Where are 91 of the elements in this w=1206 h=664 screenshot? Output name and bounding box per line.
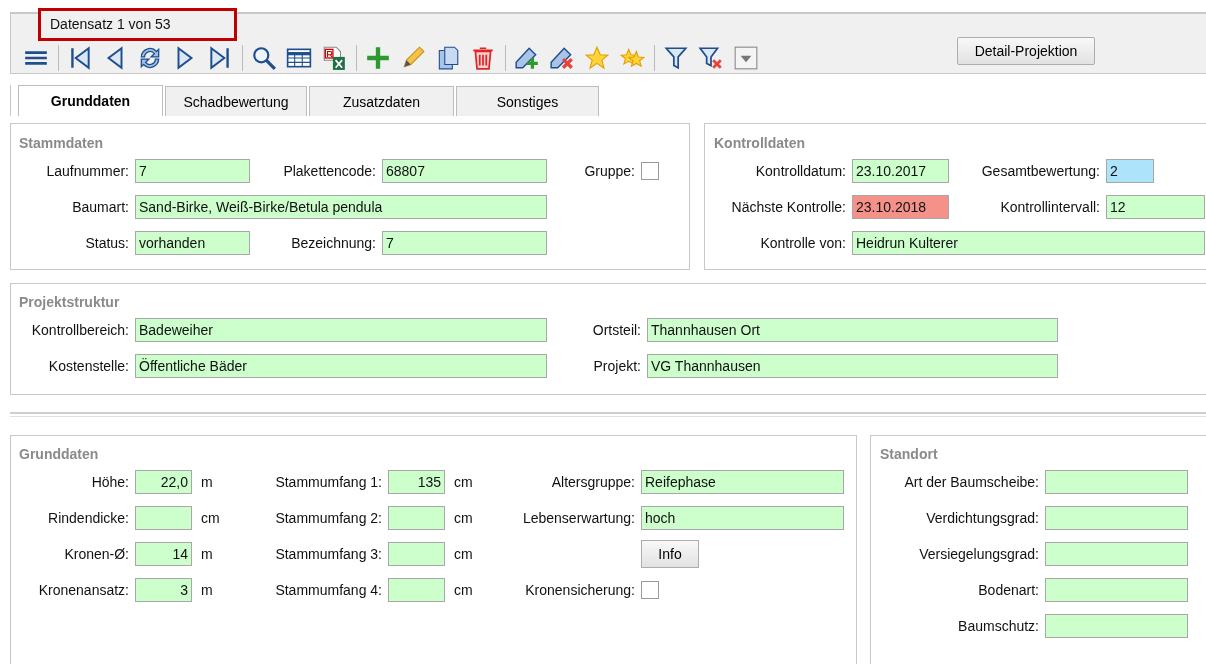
field-label: Kronenansatz: (37, 582, 129, 598)
field-label: Bezeichnung: (290, 235, 376, 251)
info-button[interactable]: Info (641, 540, 699, 568)
unit-label: cm (454, 510, 473, 526)
field-label: Ortsteil: (591, 322, 641, 338)
text-field[interactable]: Sand-Birke, Weiß-Birke/Betula pendula (135, 195, 547, 219)
field-label: Status: (84, 235, 129, 251)
text-field[interactable] (1045, 542, 1188, 566)
field-label: Laufnummer: (45, 163, 129, 179)
text-field[interactable] (1045, 470, 1188, 494)
field-label: Kostenstelle: (47, 358, 129, 374)
field-label: Lebenserwartung: (521, 510, 635, 526)
field-label: Projekt: (592, 358, 641, 374)
unit-label: m (201, 546, 213, 562)
tab[interactable]: Schadbewertung (165, 86, 307, 116)
text-field[interactable]: 23.10.2017 (852, 159, 949, 183)
field-label: Baumschutz: (957, 618, 1039, 634)
text-field[interactable]: vorhanden (135, 231, 250, 255)
field-label: Plakettencode: (282, 163, 376, 179)
checkbox[interactable] (641, 162, 659, 180)
field-label: Verdichtungsgrad: (925, 510, 1039, 526)
field-label: Stammumfang 2: (274, 510, 382, 526)
text-field[interactable]: 2 (1106, 159, 1154, 183)
text-field[interactable]: Badeweiher (135, 318, 547, 342)
field-label: Bodenart: (977, 582, 1039, 598)
field-label: Kronen-Ø: (63, 546, 129, 562)
text-field[interactable] (388, 578, 445, 602)
field-label: Stammumfang 3: (274, 546, 382, 562)
unit-label: m (201, 582, 213, 598)
checkbox[interactable] (641, 581, 659, 599)
text-field[interactable]: 23.10.2018 (852, 195, 949, 219)
unit-label: cm (454, 474, 473, 490)
field-label: Baumart: (71, 199, 129, 215)
text-field[interactable] (1045, 578, 1188, 602)
dropdown-icon[interactable] (733, 44, 759, 71)
field-label: Stammumfang 4: (274, 582, 382, 598)
field-label: Nächste Kontrolle: (730, 199, 846, 215)
add-icon[interactable] (365, 44, 391, 71)
field-label: Kontrolle von: (759, 235, 846, 251)
text-field[interactable] (388, 542, 445, 566)
text-field[interactable]: Thannhausen Ort (647, 318, 1058, 342)
field-label: Höhe: (90, 474, 129, 490)
filter-icon[interactable] (663, 44, 689, 71)
text-field[interactable]: 135 (388, 470, 445, 494)
star-icon[interactable] (584, 44, 610, 71)
unit-label: m (201, 474, 213, 490)
field-label: Rindendicke: (47, 510, 129, 526)
spreadsheet-export-icon[interactable] (321, 44, 347, 71)
text-field[interactable]: VG Thannhausen (647, 354, 1058, 378)
text-field[interactable]: 7 (135, 159, 250, 183)
tab[interactable]: Grunddaten (18, 85, 163, 116)
field-label: Kontrolldatum: (754, 163, 846, 179)
text-field[interactable]: Öffentliche Bäder (135, 354, 547, 378)
text-field[interactable]: 68807 (382, 159, 547, 183)
text-field[interactable]: 22,0 (135, 470, 192, 494)
field-label: Stammumfang 1: (274, 474, 382, 490)
search-icon[interactable] (251, 44, 277, 71)
field-label: Gruppe: (583, 163, 635, 179)
text-field[interactable]: 3 (135, 578, 192, 602)
pencil-icon[interactable] (400, 44, 426, 71)
tab[interactable]: Sonstiges (456, 86, 599, 116)
text-field[interactable]: Reifephase (641, 470, 844, 494)
text-field[interactable]: 7 (382, 231, 547, 255)
text-field[interactable] (1045, 506, 1188, 530)
section-title: Stammdaten (19, 134, 105, 153)
section-title: Standort (880, 445, 939, 464)
text-field[interactable] (1045, 614, 1188, 638)
field-label: Gesamtbewertung: (980, 163, 1100, 179)
field-label: Art der Baumscheibe: (903, 474, 1039, 490)
field-label: Kontrollintervall: (999, 199, 1100, 215)
text-field[interactable]: Heidrun Kulterer (852, 231, 1205, 255)
filter-clear-icon[interactable] (698, 44, 724, 71)
detail-projection-button[interactable]: Detail-Projektion (957, 36, 1095, 65)
text-field[interactable] (388, 506, 445, 530)
text-field[interactable] (135, 506, 192, 530)
section-title: Grunddaten (19, 445, 100, 464)
field-label: Kontrollbereich: (30, 322, 129, 338)
text-field[interactable]: hoch (641, 506, 844, 530)
text-field[interactable]: 14 (135, 542, 192, 566)
section-title: Kontrolldaten (714, 134, 806, 153)
field-label: Kronensicherung: (524, 582, 635, 598)
tab[interactable]: Zusatzdaten (309, 86, 454, 116)
unit-label: cm (454, 582, 473, 598)
text-field[interactable]: 12 (1106, 195, 1205, 219)
delete-icon[interactable] (470, 44, 496, 71)
field-label: Altersgruppe: (550, 474, 635, 490)
record-counter: Datensatz 1 von 53 (38, 8, 237, 41)
section-title: Projektstruktur (19, 293, 121, 312)
field-label: Versiegelungsgrad: (918, 546, 1039, 562)
unit-label: cm (454, 546, 473, 562)
unit-label: cm (201, 510, 220, 526)
